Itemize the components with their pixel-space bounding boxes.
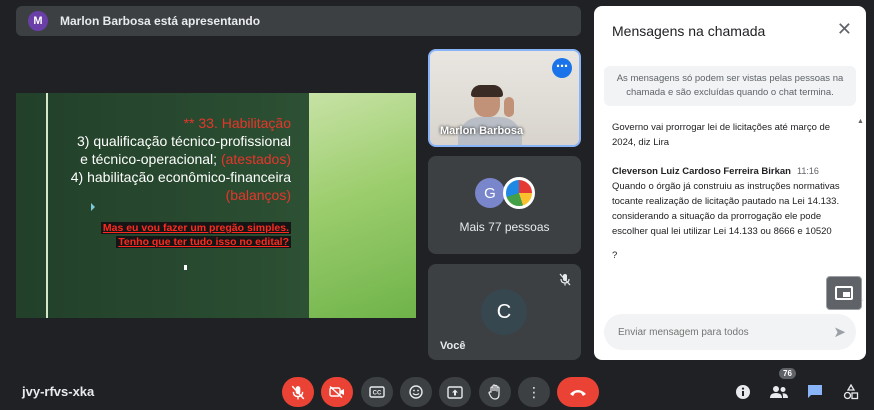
slide-question-2: Tenho que ter tudo isso no edital? (116, 236, 291, 248)
scroll-up-icon[interactable]: ▲ (857, 118, 864, 125)
slide-line-1: 3) qualificação técnico-profissional (77, 133, 291, 149)
chat-message-header: Cleverson Luiz Cardoso Ferreira Birkan 11… (612, 164, 852, 179)
slide-line-3: 4) habilitação econômico-financeira (70, 169, 291, 185)
participant-tile-presenter[interactable]: ⋯ Marlon Barbosa (428, 49, 581, 147)
meeting-code: jvy-rfvs-xka (22, 384, 95, 399)
participants-count-badge: 76 (779, 368, 796, 379)
present-screen-icon (447, 385, 463, 399)
svg-text:CC: CC (373, 391, 382, 397)
send-icon[interactable]: ➤ (833, 323, 846, 341)
hang-up-icon (570, 389, 586, 396)
chat-message: Governo vai prorrogar lei de licitações … (612, 122, 831, 148)
activities-icon (843, 384, 859, 400)
participant-tile-self[interactable]: C Você (428, 264, 581, 360)
self-name: Você (440, 340, 466, 352)
chat-sender: Cleverson Luiz Cardoso Ferreira Birkan (612, 166, 791, 177)
more-vertical-icon: ⋮ (527, 383, 541, 400)
slide-line-2-text: e técnico-operacional; (80, 151, 221, 167)
camera-off-button[interactable] (321, 377, 353, 407)
slide-line-4: (balanços) (225, 187, 291, 203)
captions-icon: CC (369, 386, 385, 398)
participant-name: Marlon Barbosa (440, 125, 524, 137)
chat-title: Mensagens na chamada (612, 23, 766, 39)
shared-screen-slide: ** 33. Habilitação 3) qualificação técni… (16, 93, 416, 318)
reactions-button[interactable] (400, 377, 432, 407)
chat-message: ? (612, 250, 618, 261)
picture-in-picture-icon (835, 286, 853, 300)
captions-button[interactable]: CC (361, 377, 393, 407)
chat-notice: As mensagens só podem ser vistas pelas p… (604, 66, 856, 106)
close-icon[interactable]: ✕ (837, 19, 852, 40)
chat-icon (808, 385, 822, 398)
presenter-avatar: M (28, 11, 48, 31)
more-options-icon[interactable]: ⋯ (552, 58, 572, 78)
raise-hand-button[interactable] (479, 377, 511, 407)
info-icon (736, 385, 750, 399)
mic-off-icon (291, 385, 305, 399)
presenter-banner-text: Marlon Barbosa está apresentando (60, 14, 261, 28)
slide-divider-line (46, 93, 48, 318)
participant-avatar-logo (503, 177, 535, 209)
present-screen-button[interactable] (439, 377, 471, 407)
participant-tile-others[interactable]: G Mais 77 pessoas (428, 156, 581, 254)
participant-avatar-g: G (475, 178, 505, 208)
presenter-banner: M Marlon Barbosa está apresentando (16, 6, 581, 36)
slide-bullet-marker (91, 203, 95, 211)
meeting-info-button[interactable] (732, 381, 754, 403)
slide-heading: ** 33. Habilitação (183, 115, 291, 131)
leave-call-button[interactable] (557, 377, 599, 407)
slide-decor-panel (309, 93, 416, 318)
others-count-label: Mais 77 pessoas (459, 220, 550, 234)
slide-line-2-highlight: (atestados) (220, 151, 291, 167)
mic-off-icon (559, 273, 571, 289)
chat-message: Quando o órgão já construiu as instruçõe… (612, 181, 840, 237)
participant-video-hair (471, 85, 503, 97)
emoji-icon (409, 385, 423, 399)
mouse-cursor (184, 265, 187, 270)
chat-message-input[interactable] (604, 314, 856, 350)
chat-time: 11:16 (796, 166, 819, 176)
self-avatar: C (481, 289, 527, 335)
chat-button[interactable] (804, 381, 826, 403)
slide-question-1: Mas eu vou fazer um pregão simples. (100, 222, 291, 234)
camera-off-icon (329, 386, 344, 398)
microphone-off-button[interactable] (282, 377, 314, 407)
participant-video-hand (504, 97, 514, 117)
more-options-button[interactable]: ⋮ (518, 377, 550, 407)
activities-button[interactable] (840, 381, 862, 403)
participants-button[interactable] (768, 381, 790, 403)
chat-messages: Governo vai prorrogar lei de licitações … (612, 120, 852, 263)
people-icon (770, 386, 788, 398)
picture-in-picture-button[interactable] (826, 276, 862, 310)
hand-icon (488, 384, 500, 400)
slide-line-2: e técnico-operacional; (atestados) (80, 151, 291, 167)
